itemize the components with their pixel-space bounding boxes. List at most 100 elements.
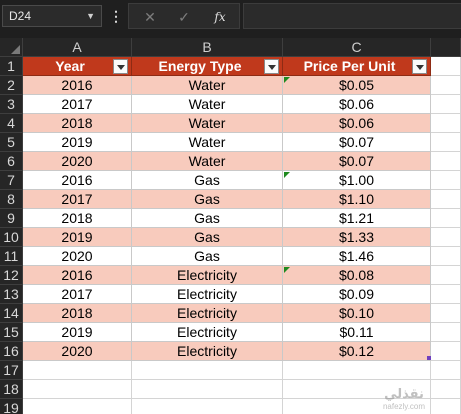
- empty-cell[interactable]: [431, 95, 461, 114]
- data-cell-price[interactable]: $0.06: [283, 114, 431, 133]
- row-header[interactable]: 10: [0, 228, 23, 247]
- empty-cell[interactable]: [431, 247, 461, 266]
- row-header[interactable]: 17: [0, 361, 23, 380]
- data-cell-price[interactable]: $0.07: [283, 152, 431, 171]
- empty-cell[interactable]: [283, 361, 431, 380]
- error-indicator-icon[interactable]: [284, 172, 290, 178]
- header-cell-type[interactable]: Energy Type: [132, 57, 283, 76]
- data-cell-year[interactable]: 2018: [23, 304, 132, 323]
- data-cell-price[interactable]: $0.09: [283, 285, 431, 304]
- column-header-c[interactable]: C: [283, 38, 431, 57]
- empty-cell[interactable]: [431, 152, 461, 171]
- empty-cell[interactable]: [431, 209, 461, 228]
- row-header[interactable]: 14: [0, 304, 23, 323]
- empty-cell[interactable]: [431, 57, 461, 76]
- empty-cell[interactable]: [431, 76, 461, 95]
- data-cell-year[interactable]: 2019: [23, 228, 132, 247]
- data-cell-price[interactable]: $0.07: [283, 133, 431, 152]
- empty-cell[interactable]: [132, 361, 283, 380]
- data-cell-price[interactable]: $0.10: [283, 304, 431, 323]
- empty-cell[interactable]: [431, 323, 461, 342]
- data-cell-year[interactable]: 2019: [23, 133, 132, 152]
- data-cell-type[interactable]: Water: [132, 114, 283, 133]
- row-header[interactable]: 16: [0, 342, 23, 361]
- data-cell-type[interactable]: Electricity: [132, 323, 283, 342]
- empty-cell[interactable]: [431, 228, 461, 247]
- checkmark-icon[interactable]: ✓: [173, 6, 195, 28]
- empty-cell[interactable]: [23, 361, 132, 380]
- empty-cell[interactable]: [23, 380, 132, 399]
- data-cell-price[interactable]: $1.46: [283, 247, 431, 266]
- row-header[interactable]: 4: [0, 114, 23, 133]
- data-cell-type[interactable]: Gas: [132, 190, 283, 209]
- row-header[interactable]: 12: [0, 266, 23, 285]
- data-cell-price[interactable]: $1.21: [283, 209, 431, 228]
- header-cell-price[interactable]: Price Per Unit: [283, 57, 431, 76]
- row-header[interactable]: 8: [0, 190, 23, 209]
- data-cell-type[interactable]: Gas: [132, 247, 283, 266]
- data-cell-type[interactable]: Water: [132, 152, 283, 171]
- empty-cell[interactable]: [431, 171, 461, 190]
- data-cell-year[interactable]: 2016: [23, 171, 132, 190]
- empty-cell[interactable]: [431, 114, 461, 133]
- data-cell-type[interactable]: Electricity: [132, 342, 283, 361]
- empty-cell[interactable]: [23, 399, 132, 414]
- data-cell-type[interactable]: Water: [132, 133, 283, 152]
- data-cell-year[interactable]: 2016: [23, 266, 132, 285]
- error-indicator-icon[interactable]: [284, 267, 290, 273]
- empty-cell[interactable]: [431, 190, 461, 209]
- data-cell-price[interactable]: $0.06: [283, 95, 431, 114]
- data-cell-type[interactable]: Electricity: [132, 304, 283, 323]
- data-cell-price[interactable]: $1.33: [283, 228, 431, 247]
- data-cell-type[interactable]: Electricity: [132, 285, 283, 304]
- column-header-a[interactable]: A: [23, 38, 132, 57]
- column-header-b[interactable]: B: [132, 38, 283, 57]
- data-cell-year[interactable]: 2020: [23, 342, 132, 361]
- row-header[interactable]: 5: [0, 133, 23, 152]
- empty-cell[interactable]: [132, 380, 283, 399]
- data-cell-year[interactable]: 2019: [23, 323, 132, 342]
- data-cell-type[interactable]: Gas: [132, 209, 283, 228]
- data-cell-type[interactable]: Gas: [132, 171, 283, 190]
- table-resize-handle[interactable]: [427, 356, 431, 360]
- data-cell-price[interactable]: $0.05: [283, 76, 431, 95]
- row-header[interactable]: 19: [0, 399, 23, 414]
- data-cell-year[interactable]: 2018: [23, 114, 132, 133]
- data-cell-price[interactable]: $1.00: [283, 171, 431, 190]
- data-cell-price[interactable]: $1.10: [283, 190, 431, 209]
- data-cell-price[interactable]: $0.08: [283, 266, 431, 285]
- row-header[interactable]: 11: [0, 247, 23, 266]
- close-icon[interactable]: ✕: [139, 6, 161, 28]
- data-cell-year[interactable]: 2020: [23, 247, 132, 266]
- filter-dropdown-icon[interactable]: [113, 59, 128, 74]
- data-cell-year[interactable]: 2017: [23, 190, 132, 209]
- row-header[interactable]: 7: [0, 171, 23, 190]
- data-cell-year[interactable]: 2017: [23, 285, 132, 304]
- empty-cell[interactable]: [132, 399, 283, 414]
- data-cell-year[interactable]: 2016: [23, 76, 132, 95]
- filter-dropdown-icon[interactable]: [264, 59, 279, 74]
- data-cell-year[interactable]: 2018: [23, 209, 132, 228]
- row-header[interactable]: 9: [0, 209, 23, 228]
- filter-dropdown-icon[interactable]: [412, 59, 427, 74]
- row-header[interactable]: 2: [0, 76, 23, 95]
- error-indicator-icon[interactable]: [284, 77, 290, 83]
- row-header[interactable]: 13: [0, 285, 23, 304]
- data-cell-price[interactable]: $0.11: [283, 323, 431, 342]
- row-header[interactable]: 1: [0, 57, 23, 76]
- data-cell-year[interactable]: 2017: [23, 95, 132, 114]
- header-cell-year[interactable]: Year: [23, 57, 132, 76]
- name-box[interactable]: D24 ▼: [2, 5, 102, 27]
- column-header-d[interactable]: [431, 38, 461, 57]
- data-cell-type[interactable]: Gas: [132, 228, 283, 247]
- empty-cell[interactable]: [431, 304, 461, 323]
- data-cell-type[interactable]: Electricity: [132, 266, 283, 285]
- data-cell-type[interactable]: Water: [132, 95, 283, 114]
- empty-cell[interactable]: [431, 361, 461, 380]
- row-header[interactable]: 3: [0, 95, 23, 114]
- data-cell-year[interactable]: 2020: [23, 152, 132, 171]
- empty-cell[interactable]: [431, 266, 461, 285]
- formula-input[interactable]: [243, 3, 461, 29]
- row-header[interactable]: 6: [0, 152, 23, 171]
- data-cell-type[interactable]: Water: [132, 76, 283, 95]
